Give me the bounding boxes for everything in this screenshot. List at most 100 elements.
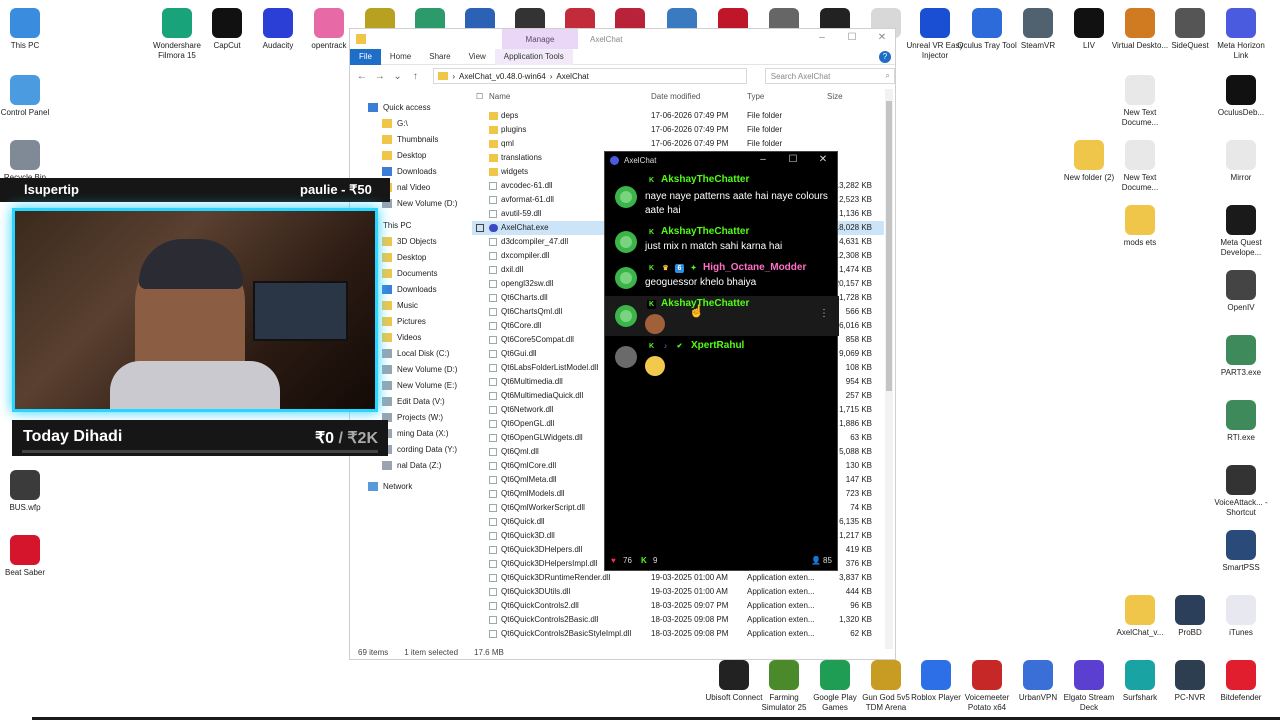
ribbon-tabs: File Home Share View Application Tools ? xyxy=(350,48,895,65)
search-placeholder: Search AxelChat xyxy=(770,71,831,81)
itunes-icon xyxy=(1226,595,1256,625)
desktop-icon[interactable]: Beat Saber xyxy=(0,535,55,578)
column-type[interactable]: Type xyxy=(747,92,764,101)
quick-access-toolbar-icon[interactable] xyxy=(356,34,366,44)
desktop-icon[interactable]: Meta Horizon Link xyxy=(1211,8,1271,61)
desktop-icon[interactable]: VoiceAttack... - Shortcut xyxy=(1211,465,1271,518)
file-row[interactable]: Qt6QuickControls2.dll 18-03-2025 09:07 PM… xyxy=(472,599,884,613)
desktop-icon[interactable]: mods ets xyxy=(1110,205,1170,248)
vertical-scrollbar[interactable] xyxy=(885,89,893,649)
manage-tab[interactable]: Manage xyxy=(502,29,578,49)
select-all-checkbox[interactable]: ☐ xyxy=(476,92,483,101)
desktop-icon[interactable]: RTI.exe xyxy=(1211,400,1271,443)
file-row[interactable]: deps 17-06-2026 07:49 PM File folder xyxy=(472,109,884,123)
column-name[interactable]: Name xyxy=(489,92,510,101)
tab-application-tools[interactable]: Application Tools xyxy=(494,48,573,65)
file-size: 419 KB xyxy=(845,545,872,554)
desktop-icon[interactable]: Meta Quest Develope... xyxy=(1211,205,1271,258)
smartpss-icon xyxy=(1226,530,1256,560)
desktop-icon[interactable]: iTunes xyxy=(1211,595,1271,638)
nav-item[interactable]: 3D Objects xyxy=(382,234,437,248)
desktop-icon-label: RTI.exe xyxy=(1227,433,1255,442)
desktop-icon[interactable]: Mirror xyxy=(1211,140,1271,183)
nav-item[interactable]: New Volume (D:) xyxy=(382,362,457,376)
file-name: Qt6Network.dll xyxy=(501,405,554,414)
maximize-icon[interactable]: ☐ xyxy=(787,154,799,166)
row-checkbox[interactable] xyxy=(476,224,484,232)
file-row[interactable]: Qt6QuickControls2Basic.dll 18-03-2025 09:… xyxy=(472,613,884,627)
desktop-icon[interactable]: BUS.wfp xyxy=(0,470,55,513)
desktop-icon[interactable]: OpenIV xyxy=(1211,270,1271,313)
breadcrumb-item[interactable]: AxelChat xyxy=(556,72,588,81)
nav-item[interactable]: Thumbnails xyxy=(382,132,438,146)
nav-item[interactable]: Downloads xyxy=(382,282,437,296)
nav-item[interactable]: G:\ xyxy=(382,116,408,130)
desktop-icon[interactable]: Recycle Bin xyxy=(0,140,55,183)
maximize-icon[interactable]: ☐ xyxy=(846,32,858,44)
desktop-icon[interactable]: OculusDeb... xyxy=(1211,75,1271,118)
nav-item-label: New Volume (D:) xyxy=(397,364,458,374)
nav-item[interactable]: ming Data (X:) xyxy=(382,426,449,440)
desktop-icon[interactable]: SmartPSS xyxy=(1211,530,1271,573)
tab-file[interactable]: File xyxy=(350,48,381,65)
file-row[interactable]: Qt6QuickControls2BasicStyleImpl.dll 18-03… xyxy=(472,627,884,641)
nav-item[interactable]: Music xyxy=(382,298,418,312)
column-date-modified[interactable]: Date modified xyxy=(651,92,700,101)
path-breadcrumb[interactable]: › AxelChat_v0.48.0-win64 › AxelChat xyxy=(433,68,747,84)
up-icon[interactable]: ↑ xyxy=(409,71,421,82)
nav-item[interactable]: cording Data (Y:) xyxy=(382,442,457,456)
more-options-icon[interactable]: ⋮ xyxy=(819,308,829,319)
tab-view[interactable]: View xyxy=(460,52,495,61)
chat-author[interactable]: AkshayTheChatter xyxy=(661,298,749,309)
desktop-icon[interactable]: Bitdefender xyxy=(1211,660,1271,703)
back-icon[interactable]: ← xyxy=(356,71,368,82)
desktop-icon[interactable]: New Text Docume... xyxy=(1110,140,1170,193)
forward-icon[interactable]: → xyxy=(374,71,386,82)
nav-item[interactable]: Pictures xyxy=(382,314,426,328)
breadcrumb-item[interactable]: AxelChat_v0.48.0-win64 xyxy=(459,72,546,81)
chat-author[interactable]: AkshayTheChatter xyxy=(661,226,749,237)
nav-item[interactable]: Videos xyxy=(382,330,421,344)
column-size[interactable]: Size xyxy=(827,92,843,101)
desktop-icon-label: Unreal VR Easy Injector xyxy=(906,41,964,60)
desktop-icon[interactable]: Control Panel xyxy=(0,75,55,118)
chat-author[interactable]: High_Octane_Modder xyxy=(703,262,806,273)
file-row[interactable]: plugins 17-06-2026 07:49 PM File folder xyxy=(472,123,884,137)
nav-item[interactable]: Desktop xyxy=(382,250,426,264)
nav-item[interactable]: Projects (W:) xyxy=(382,410,443,424)
close-icon[interactable]: ✕ xyxy=(817,154,829,166)
nav-item[interactable]: New Volume (D:) xyxy=(382,196,457,210)
desktop-icon[interactable]: This PC xyxy=(0,8,55,51)
chat-author[interactable]: AkshayTheChatter xyxy=(661,174,749,185)
dll-file-icon xyxy=(489,434,497,442)
nav-item[interactable]: Documents xyxy=(382,266,437,280)
desktop-icon[interactable]: PART3.exe xyxy=(1211,335,1271,378)
nav-item[interactable]: New Volume (E:) xyxy=(382,378,457,392)
beat-saber-icon xyxy=(10,535,40,565)
desktop-icon[interactable]: New Text Docume... xyxy=(1110,75,1170,128)
nav-item[interactable]: Edit Data (V:) xyxy=(382,394,445,408)
file-date: 17-06-2026 07:49 PM xyxy=(651,111,729,120)
nav-item[interactable]: Downloads xyxy=(382,164,437,178)
help-icon[interactable]: ? xyxy=(879,51,891,63)
nav-item[interactable]: Network xyxy=(368,479,412,493)
nav-item[interactable]: nal Data (Z:) xyxy=(382,458,441,472)
tab-home[interactable]: Home xyxy=(381,52,420,61)
file-row[interactable]: qml 17-06-2026 07:49 PM File folder xyxy=(472,137,884,151)
close-icon[interactable]: ✕ xyxy=(876,32,888,44)
desktop-icon-label: Bitdefender xyxy=(1220,693,1262,702)
file-name: Qt6Quick3DRuntimeRender.dll xyxy=(501,573,611,582)
chat-message[interactable]: K AkshayTheChatter ⋮ ☝ xyxy=(605,296,839,336)
file-row[interactable]: Qt6Quick3DUtils.dll 19-03-2025 01:00 AM Ap… xyxy=(472,585,884,599)
scrollbar-thumb[interactable] xyxy=(886,101,892,391)
file-row[interactable]: Qt6Quick3DRuntimeRender.dll 19-03-2025 01… xyxy=(472,571,884,585)
minimize-icon[interactable]: – xyxy=(816,32,828,44)
nav-item[interactable]: Desktop xyxy=(382,148,426,162)
recent-locations-icon[interactable]: ⌄ xyxy=(392,71,404,82)
minimize-icon[interactable]: – xyxy=(757,154,769,166)
tab-share[interactable]: Share xyxy=(420,52,459,61)
nav-item[interactable]: Local Disk (C:) xyxy=(382,346,449,360)
nav-item[interactable]: Quick access xyxy=(368,100,431,114)
search-input[interactable]: Search AxelChat ⌕ xyxy=(764,68,895,84)
chat-author[interactable]: XpertRahul xyxy=(691,340,744,351)
